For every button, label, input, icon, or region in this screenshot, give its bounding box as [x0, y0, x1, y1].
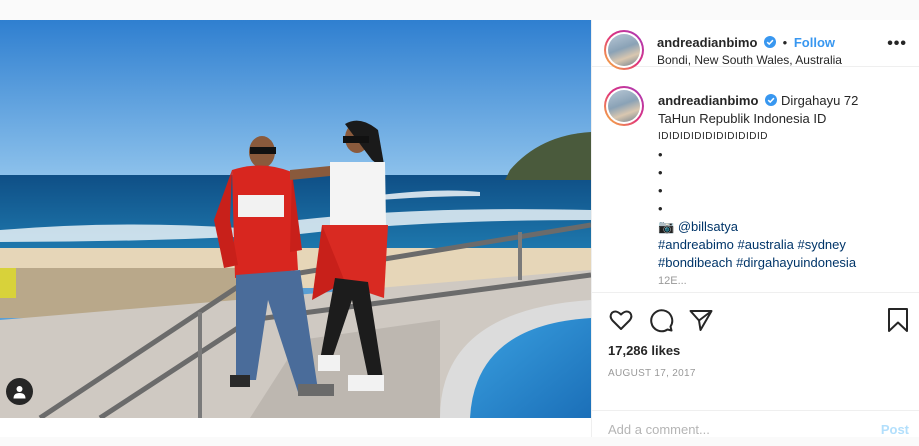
- location-link[interactable]: Bondi, New South Wales, Australia: [657, 53, 842, 67]
- action-icons: [608, 307, 714, 333]
- header-user-row: andreadianbimo • Follow: [657, 35, 835, 50]
- more-options-icon[interactable]: •••: [887, 36, 907, 52]
- caption-line-3: IDIDIDIDIDIDIDIDIDID: [658, 131, 768, 142]
- caption-bullet: •: [658, 147, 663, 162]
- post-side-panel: andreadianbimo • Follow Bondi, New South…: [591, 20, 919, 437]
- comment-icon[interactable]: [648, 307, 674, 333]
- caption-text: andreadianbimo Dirgahayu 72 TaHun Republ…: [658, 92, 903, 290]
- caption-avatar[interactable]: [604, 86, 644, 126]
- caption-line-1: Dirgahayu 72: [781, 93, 859, 108]
- post-modal: andreadianbimo • Follow Bondi, New South…: [0, 20, 919, 437]
- bookmark-icon[interactable]: [885, 307, 911, 333]
- comment-box: Post: [592, 410, 919, 446]
- post-comment-button[interactable]: Post: [881, 422, 909, 437]
- verified-badge-icon: [764, 36, 777, 48]
- hashtags-line-1[interactable]: #andreabimo #australia #sydney: [658, 236, 903, 254]
- post-header: andreadianbimo • Follow Bondi, New South…: [592, 20, 919, 70]
- credit-mention-link[interactable]: @billsatya: [678, 219, 738, 234]
- paper-plane-icon[interactable]: [688, 307, 714, 333]
- caption-line-2: TaHun Republik Indonesia ID: [658, 111, 827, 126]
- beach-photo-illustration: [0, 20, 591, 418]
- caption-bullet: •: [658, 201, 663, 216]
- truncated-text: 12E...: [658, 275, 687, 287]
- username-link[interactable]: andreadianbimo: [657, 35, 757, 50]
- avatar[interactable]: [604, 30, 644, 70]
- likes-count[interactable]: 17,286 likes: [608, 343, 680, 358]
- separator: •: [782, 35, 788, 50]
- caption-bullet: •: [658, 183, 663, 198]
- comment-input[interactable]: [608, 422, 858, 437]
- post-photo[interactable]: [0, 20, 591, 418]
- heart-icon[interactable]: [608, 307, 634, 333]
- caption-bullet: •: [658, 165, 663, 180]
- hashtags-line-2[interactable]: #bondibeach #dirgahayuindonesia: [658, 254, 903, 272]
- verified-badge-icon: [765, 94, 778, 106]
- user-tag-icon[interactable]: [6, 378, 33, 405]
- camera-icon: 📷: [658, 219, 675, 234]
- caption-username[interactable]: andreadianbimo: [658, 93, 758, 108]
- action-section: 17,286 likes AUGUST 17, 2017 Post: [592, 292, 919, 437]
- follow-button[interactable]: Follow: [794, 35, 835, 50]
- post-date: AUGUST 17, 2017: [608, 368, 696, 379]
- caption-section: andreadianbimo Dirgahayu 72 TaHun Republ…: [592, 68, 919, 292]
